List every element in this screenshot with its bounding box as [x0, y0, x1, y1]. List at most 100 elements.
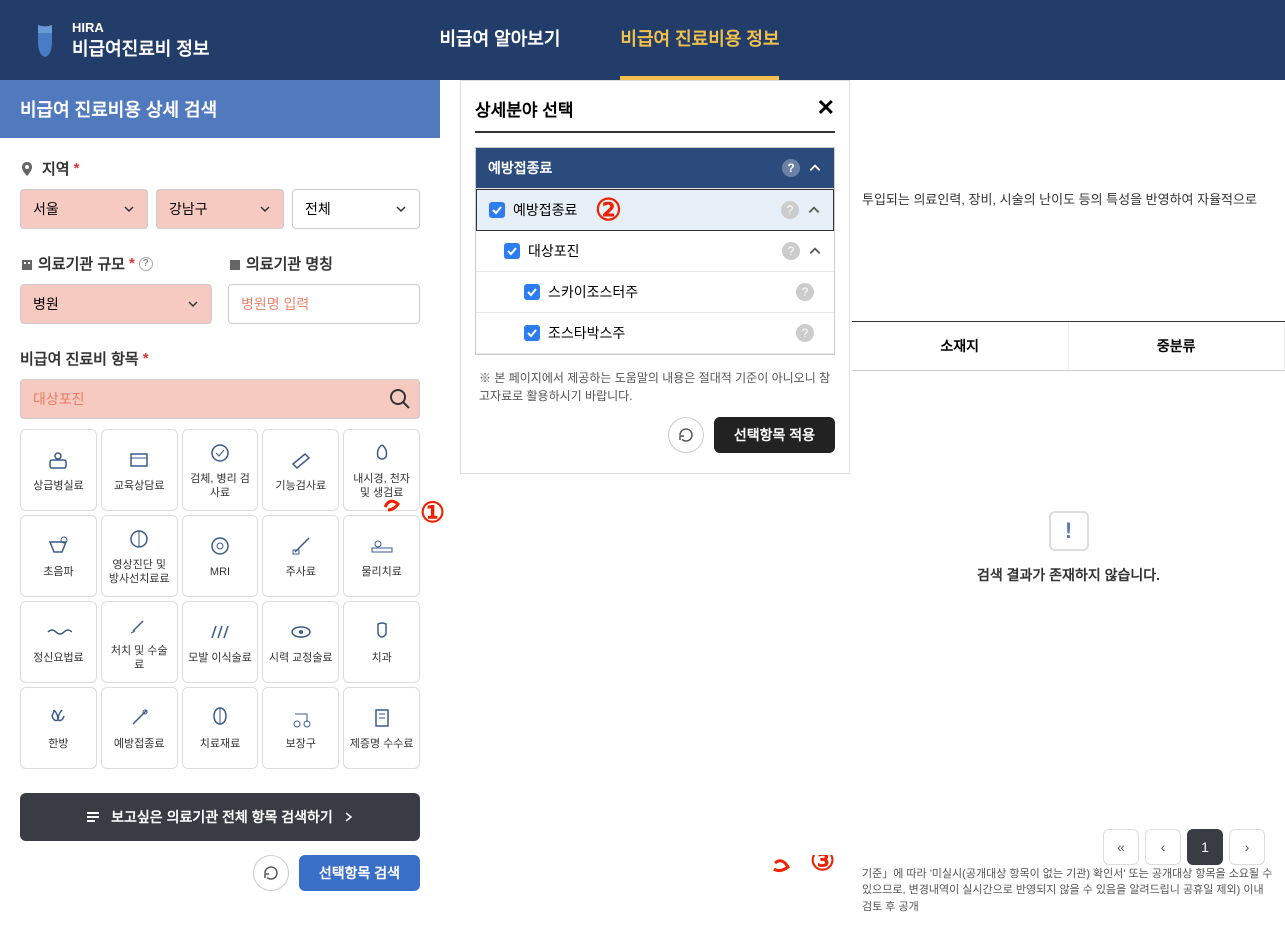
- category-icon: [287, 446, 315, 474]
- hospital-name-input[interactable]: [228, 284, 420, 324]
- category-icon: [287, 618, 315, 646]
- category-label: 교육상담료: [114, 480, 165, 494]
- help-icon[interactable]: ?: [796, 324, 814, 342]
- help-icon[interactable]: ?: [781, 201, 799, 219]
- category-tree: 예방접종료 ? 예방접종료 ? 대상포진 ? 스카이조스터주 ? 조스타박스주 …: [475, 147, 835, 355]
- category-tile[interactable]: 예방접종료: [101, 687, 178, 769]
- checkbox-checked-icon[interactable]: [489, 202, 505, 218]
- help-icon[interactable]: ?: [782, 242, 800, 260]
- page-1-button[interactable]: 1: [1187, 829, 1223, 865]
- help-icon[interactable]: ?: [139, 257, 153, 271]
- category-tile[interactable]: 모발 이식술료: [182, 601, 259, 683]
- category-tile[interactable]: 처치 및 수술료: [101, 601, 178, 683]
- category-tile[interactable]: 교육상담료: [101, 429, 178, 511]
- category-label: 치과: [371, 652, 391, 666]
- category-tile[interactable]: 물리치료: [343, 515, 420, 597]
- category-tile[interactable]: 시력 교정술료: [262, 601, 339, 683]
- popup-refresh-button[interactable]: [668, 417, 704, 453]
- building-icon: [228, 257, 242, 271]
- checkbox-checked-icon[interactable]: [524, 325, 540, 341]
- category-label: 영상진단 및 방사선치료료: [106, 559, 173, 587]
- category-tile[interactable]: 상급병실료: [20, 429, 97, 511]
- category-icon: [125, 704, 153, 732]
- category-icon: [206, 532, 234, 560]
- category-icon: [44, 532, 72, 560]
- name-label: 의료기관 명칭: [228, 253, 420, 274]
- scale-select[interactable]: 병원: [20, 284, 212, 324]
- category-tile[interactable]: 기능검사료: [262, 429, 339, 511]
- region-city-select[interactable]: 서울: [20, 189, 148, 229]
- chevron-down-icon: [259, 203, 271, 215]
- category-label: 처치 및 수술료: [106, 645, 173, 673]
- category-tile[interactable]: 검체, 병리 검사료: [182, 429, 259, 511]
- checkbox-checked-icon[interactable]: [524, 284, 540, 300]
- results-table-header: 소재지 중분류: [852, 321, 1285, 371]
- region-label: 지역*: [20, 158, 420, 179]
- category-label: MRI: [210, 566, 230, 580]
- item-search-input[interactable]: [20, 379, 420, 419]
- nav-tabs: 비급여 알아보기 비급여 진료비용 정보: [439, 0, 779, 80]
- tree-group-header[interactable]: 예방접종료 ?: [476, 148, 834, 189]
- page-next-button[interactable]: ›: [1229, 829, 1265, 865]
- tree-row-zosta[interactable]: 조스타박스주 ?: [476, 313, 834, 354]
- help-icon[interactable]: ?: [782, 159, 800, 177]
- tab-cost-info[interactable]: 비급여 진료비용 정보: [620, 0, 779, 80]
- category-icon: [368, 618, 396, 646]
- category-tile[interactable]: 초음파: [20, 515, 97, 597]
- category-tile[interactable]: 한방: [20, 687, 97, 769]
- tree-row-sky[interactable]: 스카이조스터주 ?: [476, 272, 834, 313]
- category-tile[interactable]: 치과: [343, 601, 420, 683]
- category-label: 주사료: [286, 566, 316, 580]
- refresh-button[interactable]: [253, 855, 289, 891]
- alert-icon: !: [1049, 511, 1089, 551]
- page-first-button[interactable]: «: [1103, 829, 1139, 865]
- page-prev-button[interactable]: ‹: [1145, 829, 1181, 865]
- checkbox-checked-icon[interactable]: [504, 243, 520, 259]
- category-label: 기능검사료: [275, 480, 326, 494]
- category-label: 물리치료: [361, 566, 401, 580]
- apply-selection-button[interactable]: 선택항목 적용: [714, 417, 835, 453]
- category-label: 한방: [48, 738, 68, 752]
- building-icon: [20, 257, 34, 271]
- results-footnote: 기준」에 따라 '미실시(공개대상 항목이 없는 기관) 확인서' 또는 공개대…: [852, 866, 1285, 916]
- category-tile[interactable]: 영상진단 및 방사선치료료: [101, 515, 178, 597]
- refresh-icon: [677, 426, 695, 444]
- popup-title: 상세분야 선택: [475, 96, 574, 121]
- category-tile[interactable]: 정신요법료: [20, 601, 97, 683]
- scale-label: 의료기관 규모* ?: [20, 253, 212, 274]
- chevron-up-icon: [807, 203, 821, 217]
- results-desc: 투입되는 의료인력, 장비, 시술의 난이도 등의 특성을 반영하여 자율적으로: [852, 90, 1285, 211]
- pagination: « ‹ 1 ›: [1103, 829, 1265, 865]
- category-icon: [44, 618, 72, 646]
- tree-row-shingles[interactable]: 대상포진 ?: [476, 231, 834, 272]
- category-icon: [287, 704, 315, 732]
- category-grid: 상급병실료교육상담료 검체, 병리 검사료 기능검사료 내시경, 천자 및 생검료초음…: [20, 429, 420, 769]
- brand-big: 비급여진료비 정보: [72, 35, 209, 61]
- region-district-select[interactable]: 강남구: [156, 189, 284, 229]
- category-icon: [206, 439, 234, 467]
- category-label: 예방접종료: [114, 738, 165, 752]
- category-tile[interactable]: MRI: [182, 515, 259, 597]
- all-items-search-button[interactable]: 보고싶은 의료기관 전체 항목 검색하기: [20, 793, 420, 841]
- annotation-3: ③: [760, 855, 860, 915]
- tab-learn[interactable]: 비급여 알아보기: [439, 0, 560, 80]
- category-tile[interactable]: 치료재료: [182, 687, 259, 769]
- region-detail-select[interactable]: 전체: [292, 189, 420, 229]
- popup-footnote: ※ 본 페이지에서 제공하는 도움말의 내용은 절대적 기준이 아니오니 참고자…: [479, 369, 831, 405]
- tree-row-vaccine[interactable]: 예방접종료 ?: [476, 189, 834, 231]
- category-label: 검체, 병리 검사료: [187, 473, 254, 501]
- category-icon: [287, 532, 315, 560]
- top-navbar: HIRA 비급여진료비 정보 비급여 알아보기 비급여 진료비용 정보: [0, 0, 1285, 80]
- search-selected-button[interactable]: 선택항목 검색: [299, 855, 420, 891]
- close-icon[interactable]: ✕: [817, 95, 835, 121]
- category-tile[interactable]: 주사료: [262, 515, 339, 597]
- category-tile[interactable]: 내시경, 천자 및 생검료: [343, 429, 420, 511]
- category-icon: [125, 525, 153, 553]
- results-area: 투입되는 의료인력, 장비, 시술의 난이도 등의 특성을 반영하여 자율적으로…: [852, 80, 1285, 925]
- category-tile[interactable]: 보장구: [262, 687, 339, 769]
- category-label: 모발 이식술료: [188, 652, 252, 666]
- category-tile[interactable]: 제증명 수수료: [343, 687, 420, 769]
- category-label: 정신요법료: [33, 652, 84, 666]
- search-icon-button[interactable]: [388, 387, 412, 411]
- help-icon[interactable]: ?: [796, 283, 814, 301]
